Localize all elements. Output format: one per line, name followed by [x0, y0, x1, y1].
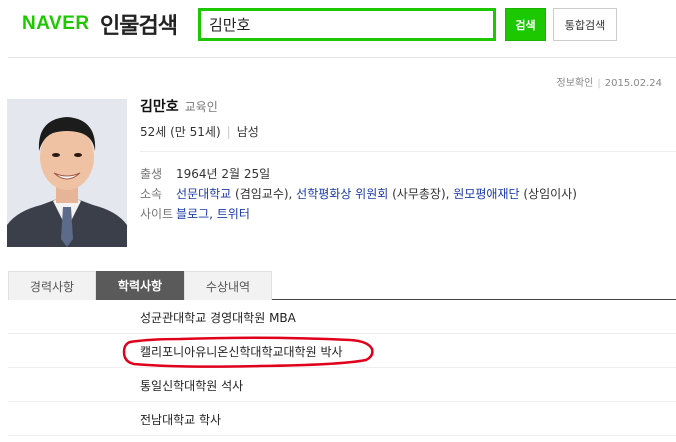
affiliation-link-2[interactable]: 선학평화상 위원회 — [296, 187, 388, 201]
education-entry: 캘리포니아유니온신학대학교대학원 박사 — [140, 345, 343, 359]
header-divider — [8, 57, 676, 58]
person-name: 김만호 — [140, 99, 179, 115]
search-input[interactable] — [201, 11, 493, 38]
site-label: 사이트 — [140, 207, 174, 221]
person-photo-icon — [7, 99, 127, 247]
site-row: 사이트 블로그, 트위터 — [140, 205, 250, 222]
birth-row: 출생 1964년 2월 25일 — [140, 165, 270, 182]
info-meta: 정보확인 | 2015.02.24 — [556, 78, 662, 89]
profile-photo[interactable] — [7, 99, 127, 247]
affiliation-row: 소속 선문대학교 (겸임교수), 선학평화상 위원회 (사무총장), 원모평애재단… — [140, 185, 577, 202]
affiliation-link-3[interactable]: 원모평애재단 — [453, 187, 519, 201]
site-separator: , — [209, 207, 217, 221]
age-gender-row: 52세 (만 51세) | 남성 — [140, 125, 259, 139]
profile-divider — [140, 151, 676, 152]
education-entry: 성균관대학교 경영대학원 MBA — [140, 311, 296, 325]
verify-link[interactable]: 정보확인 — [557, 78, 594, 89]
person-job: 교육인 — [184, 100, 218, 114]
person-age: 52세 (만 51세) — [140, 125, 221, 139]
tab-bar: 경력사항 학력사항 수상내역 — [8, 271, 676, 300]
birth-value: 1964년 2월 25일 — [176, 167, 271, 181]
site-link-blog[interactable]: 블로그 — [176, 207, 209, 221]
affiliation-role-2: (사무총장), — [388, 187, 454, 201]
tab-career[interactable]: 경력사항 — [8, 271, 96, 300]
affiliation-link-1[interactable]: 선문대학교 — [176, 187, 231, 201]
search-button[interactable]: 검색 — [505, 8, 546, 41]
integrated-search-button[interactable]: 통합검색 — [553, 8, 617, 41]
update-date: 2015.02.24 — [604, 78, 662, 89]
list-item: 통일신학대학원 석사 — [8, 368, 676, 402]
naver-logo[interactable]: NAVER — [22, 13, 90, 35]
header: NAVER 인물검색 검색 통합검색 — [0, 0, 676, 56]
tab-education[interactable]: 학력사항 — [96, 271, 184, 300]
search-box[interactable] — [198, 8, 496, 41]
site-link-twitter[interactable]: 트위터 — [217, 207, 250, 221]
service-title[interactable]: 인물검색 — [100, 8, 178, 40]
affiliation-label: 소속 — [140, 187, 163, 201]
birth-label: 출생 — [140, 167, 163, 181]
education-entry: 전남대학교 학사 — [140, 413, 222, 427]
person-gender: 남성 — [236, 125, 259, 139]
education-entry: 통일신학대학원 석사 — [140, 379, 244, 393]
affiliation-role-1: (겸임교수), — [231, 187, 297, 201]
affiliation-role-3: (상임이사) — [519, 187, 577, 201]
list-item: 성균관대학교 경영대학원 MBA — [8, 300, 676, 334]
list-item: 전남대학교 학사 — [8, 402, 676, 436]
list-item: 캘리포니아유니온신학대학교대학원 박사 — [8, 334, 676, 368]
tab-awards[interactable]: 수상내역 — [184, 271, 272, 300]
name-row: 김만호 교육인 — [140, 96, 218, 116]
